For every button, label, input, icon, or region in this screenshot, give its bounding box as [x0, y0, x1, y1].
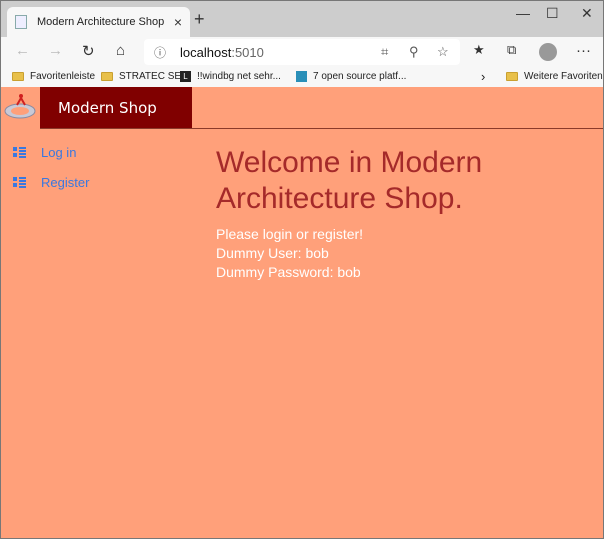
- sidebar-item-register[interactable]: Register: [13, 167, 89, 197]
- info-icon[interactable]: ⓘ: [154, 44, 166, 61]
- dummy-password: Dummy Password: bob: [216, 264, 361, 280]
- maximize-button[interactable]: ☐: [546, 5, 559, 22]
- list-icon: [13, 176, 26, 188]
- bookmark-link[interactable]: 7 open source platf...: [296, 71, 406, 82]
- site-icon: [296, 71, 307, 82]
- sidebar-item-label: Register: [41, 174, 90, 190]
- minimize-button[interactable]: —: [516, 5, 530, 21]
- welcome-section: Welcome in Modern Architecture Shop. Ple…: [216, 145, 516, 282]
- bookmark-folder[interactable]: Favoritenleiste: [12, 71, 95, 82]
- site-icon: L: [180, 71, 191, 82]
- sidebar-item-login[interactable]: Log in: [13, 137, 89, 167]
- favorite-star-icon[interactable]: ☆: [437, 44, 449, 60]
- profile-avatar[interactable]: [539, 43, 557, 61]
- close-window-button[interactable]: ✕: [581, 5, 593, 22]
- home-button[interactable]: ⌂: [116, 42, 125, 59]
- bookmark-link[interactable]: L !!windbg net sehr...: [180, 71, 281, 82]
- page-title: Welcome in Modern Architecture Shop.: [216, 146, 483, 215]
- tab-bar: Modern Architecture Shop × + — ☐ ✕: [1, 1, 603, 37]
- folder-icon: [12, 72, 24, 81]
- sidebar-item-label: Log in: [41, 144, 77, 160]
- zoom-icon[interactable]: ⚲: [409, 44, 419, 60]
- address-bar-row: ← → ↻ ⌂ ⓘ localhost:5010 ⌗ ⚲ ☆ ★ ⧉ ···: [1, 37, 603, 67]
- translate-icon[interactable]: ⌗: [381, 44, 388, 60]
- folder-icon: [506, 72, 518, 81]
- brand-title[interactable]: Modern Shop: [40, 87, 192, 128]
- close-tab-button[interactable]: ×: [174, 14, 182, 30]
- refresh-button[interactable]: ↻: [82, 42, 95, 60]
- page-favicon: [15, 15, 27, 29]
- back-button[interactable]: ←: [15, 42, 30, 59]
- favorites-icon[interactable]: ★: [473, 42, 485, 58]
- bookmark-folder[interactable]: STRATEC SE: [101, 71, 181, 82]
- tab-title: Modern Architecture Shop: [37, 16, 165, 28]
- browser-tab[interactable]: Modern Architecture Shop ×: [7, 7, 190, 37]
- dummy-user: Dummy User: bob: [216, 245, 329, 261]
- shop-logo-icon: [4, 94, 36, 119]
- folder-icon: [101, 72, 113, 81]
- more-menu-icon[interactable]: ···: [576, 42, 591, 59]
- new-tab-button[interactable]: +: [194, 9, 205, 30]
- url-port: :5010: [231, 44, 264, 60]
- header-divider: [40, 128, 603, 129]
- collections-icon[interactable]: ⧉: [507, 42, 516, 58]
- url-field[interactable]: ⓘ localhost:5010 ⌗ ⚲ ☆: [144, 39, 460, 65]
- login-prompt: Please login or register!: [216, 226, 364, 242]
- bookmarks-bar: Favoritenleiste STRATEC SE L !!windbg net…: [1, 67, 603, 88]
- other-favorites-folder[interactable]: Weitere Favoriten: [506, 71, 603, 82]
- bookmarks-overflow-chevron-icon[interactable]: ›: [481, 69, 485, 84]
- forward-button[interactable]: →: [48, 42, 63, 59]
- sidebar-nav: Log in Register: [13, 137, 89, 197]
- url-host: localhost: [180, 44, 232, 60]
- page-content: Modern Shop Log in Register Welcome in M…: [1, 87, 603, 538]
- list-icon: [13, 146, 26, 158]
